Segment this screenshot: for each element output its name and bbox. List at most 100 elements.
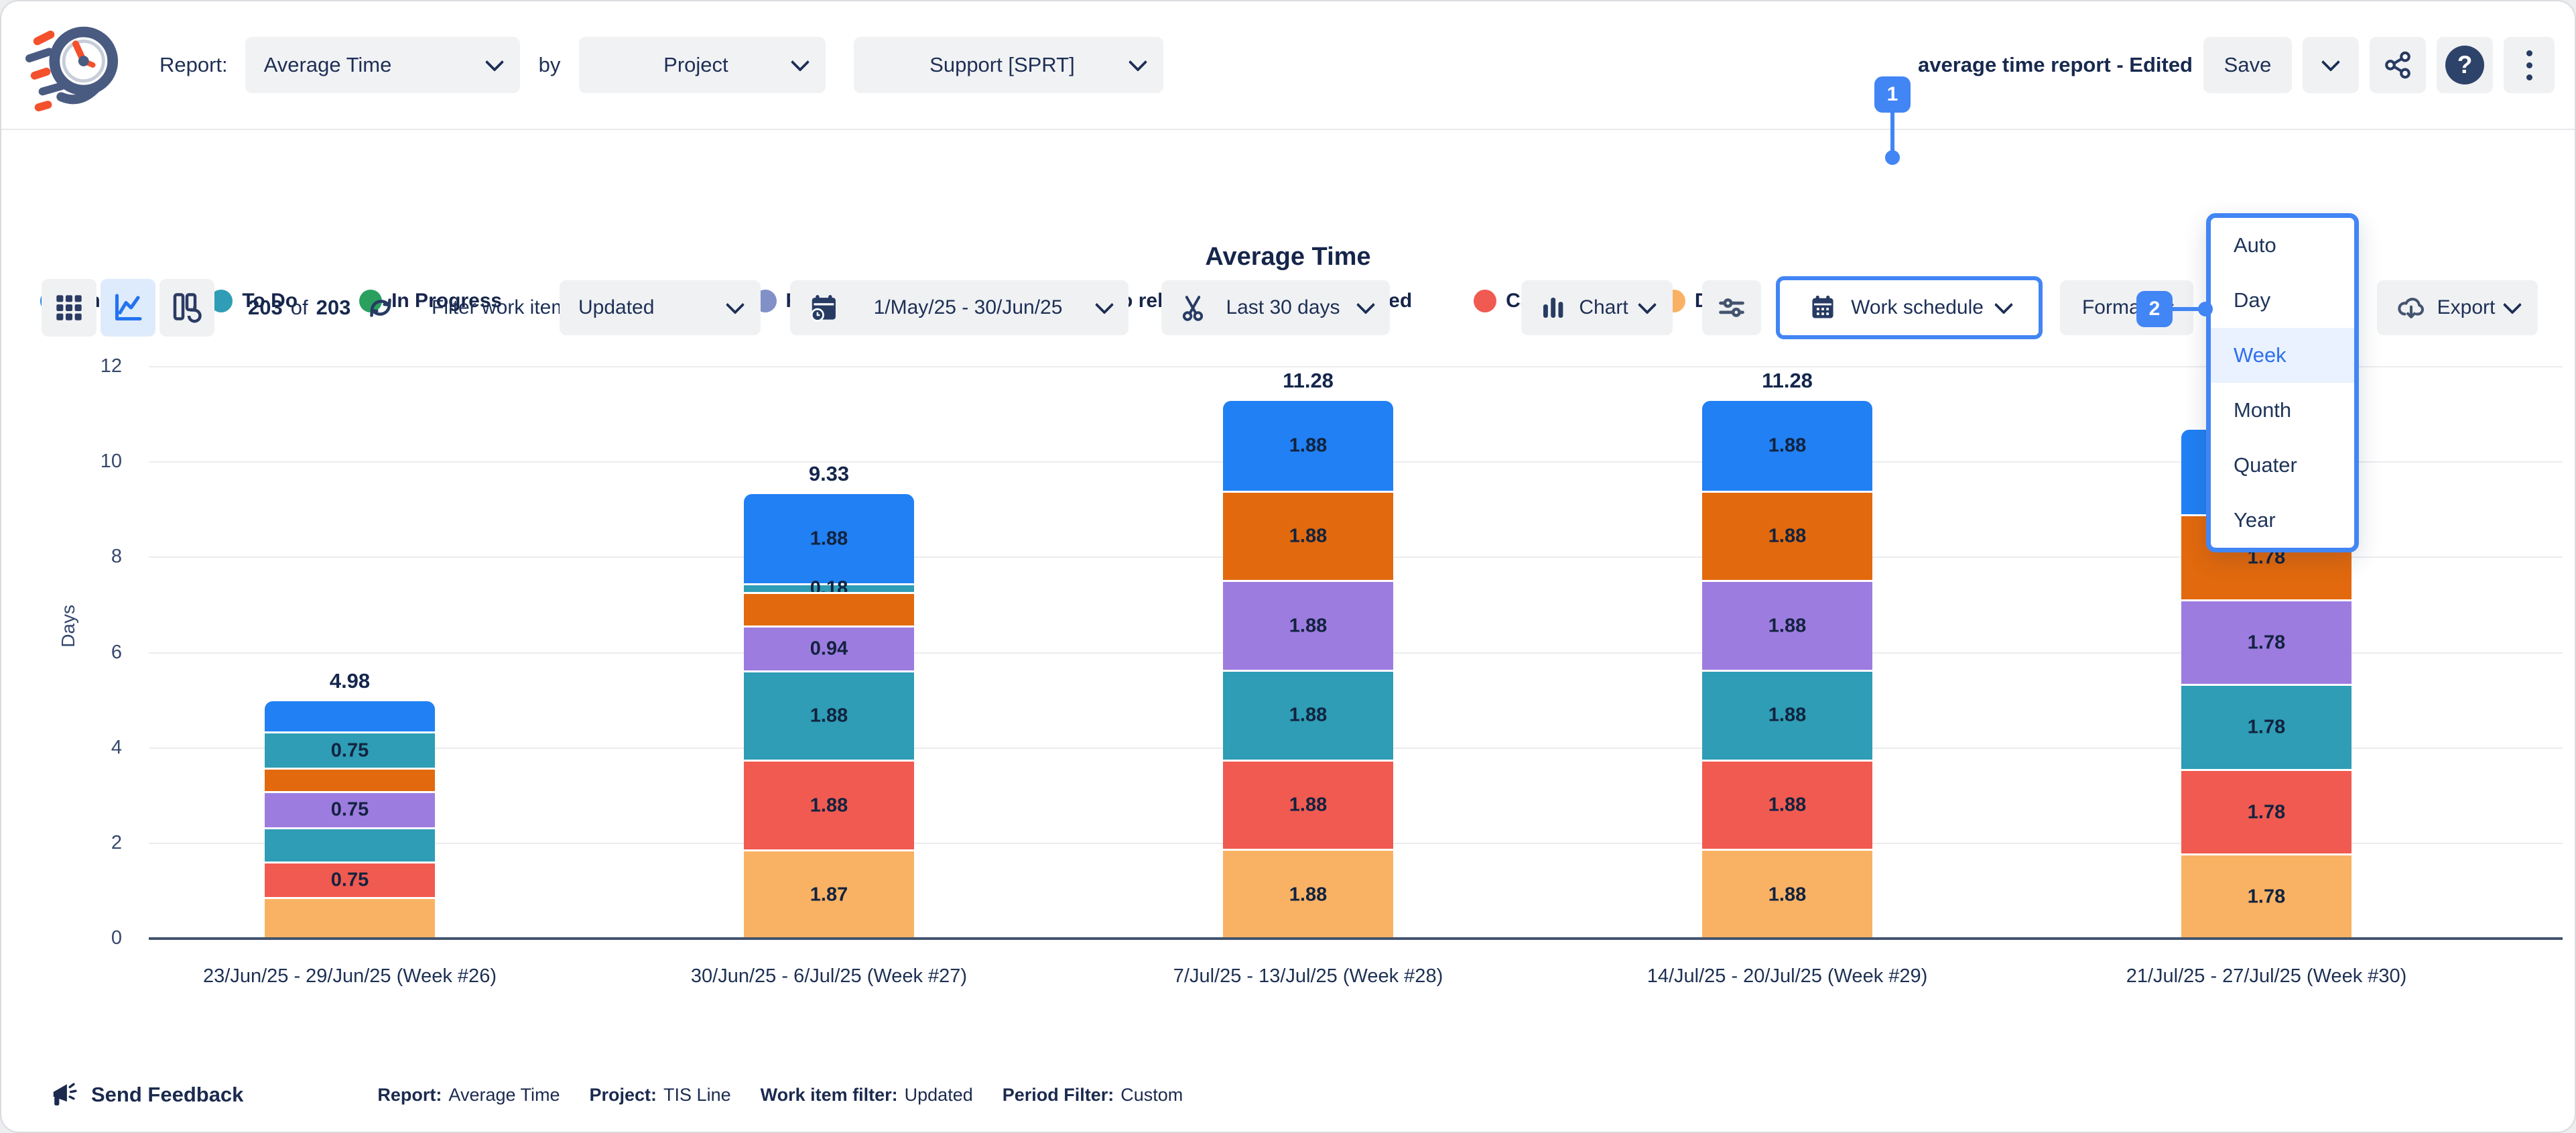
- bar-segment-abandoned[interactable]: 1.88: [1702, 670, 1872, 760]
- vertical-ellipsis-icon: [2526, 50, 2532, 80]
- x-axis-category-label: 14/Jul/25 - 20/Jul/25 (Week #29): [1546, 965, 2028, 988]
- bar-segment-on-hold[interactable]: 1.88: [1223, 401, 1393, 491]
- report-type-select[interactable]: Average Time: [245, 37, 520, 93]
- segment-value-label: 1.88: [1223, 526, 1393, 548]
- bar-segment-cancelled[interactable]: 1.88: [1702, 760, 1872, 849]
- bar-segment-cancelled[interactable]: 1.88: [1223, 760, 1393, 849]
- segment-value-label: 1.78: [2181, 632, 2352, 654]
- summary-item: Period Filter:Custom: [1003, 1085, 1183, 1106]
- chart-view-toggle[interactable]: [101, 279, 155, 337]
- bar-segment-to-do[interactable]: 0.75: [265, 731, 435, 767]
- interval-option-week[interactable]: Week: [2211, 328, 2354, 383]
- chart-type-select[interactable]: Chart: [1521, 280, 1673, 335]
- bar-segment-ready-to-release[interactable]: 0.75: [265, 791, 435, 827]
- report-type-value: Average Time: [264, 53, 488, 77]
- bar-segment-abandoned[interactable]: 1.78: [2181, 684, 2352, 769]
- more-actions-button[interactable]: [2504, 37, 2555, 93]
- segment-value-label: 1.88: [1223, 705, 1393, 727]
- callout-step-1-badge: 1: [1874, 76, 1911, 113]
- grid-view-toggle[interactable]: [42, 279, 96, 337]
- work-schedule-button[interactable]: Work schedule: [1776, 276, 2043, 339]
- interval-option-day[interactable]: Day: [2211, 273, 2354, 328]
- chevron-down-icon: [791, 53, 810, 72]
- send-feedback-button[interactable]: Send Feedback: [50, 1079, 243, 1110]
- bar-segment-done[interactable]: 1.88: [1702, 849, 1872, 939]
- chevron-down-icon: [1638, 296, 1657, 314]
- summary-value: TIS Line: [663, 1085, 731, 1106]
- callout-step-1-dot: [1885, 150, 1900, 165]
- bar-segment-done[interactable]: 1.78: [2181, 853, 2352, 939]
- y-tick-label: 10: [15, 451, 122, 473]
- export-button[interactable]: Export: [2377, 280, 2538, 335]
- bar-segment-on-review[interactable]: 1.88: [1702, 491, 1872, 581]
- quick-range-select[interactable]: Last 30 days: [1161, 280, 1390, 335]
- chart-settings-button[interactable]: [1702, 280, 1761, 335]
- interval-option-month[interactable]: Month: [2211, 383, 2354, 438]
- group-by-select[interactable]: Project: [579, 37, 826, 93]
- stacked-bar-week-4[interactable]: 1.881.881.881.881.881.88: [1702, 401, 1872, 939]
- chart-type-label: Chart: [1579, 296, 1628, 319]
- bar-segment-abandoned[interactable]: 1.88: [744, 670, 914, 760]
- bar-segment-abandoned[interactable]: [265, 827, 435, 861]
- share-nodes-icon: [2383, 50, 2412, 80]
- y-tick-label: 8: [15, 546, 122, 568]
- chevron-down-icon: [2321, 53, 2340, 72]
- segment-value-label: 1.88: [1702, 794, 1872, 816]
- bar-segment-done[interactable]: [265, 897, 435, 939]
- summary-value: Average Time: [448, 1085, 560, 1106]
- stacked-bar-week-2[interactable]: 1.880.180.941.881.881.87: [744, 494, 914, 939]
- share-button[interactable]: [2370, 37, 2426, 93]
- count-current: 203: [248, 296, 283, 320]
- refresh-arrows-icon[interactable]: [365, 292, 396, 323]
- bar-segment-cancelled[interactable]: 0.75: [265, 861, 435, 897]
- bar-total-label: 9.33: [744, 462, 914, 486]
- callout-step-2-dot: [2198, 302, 2213, 316]
- bar-segment-ready-to-release[interactable]: 1.78: [2181, 599, 2352, 684]
- bar-segment-done[interactable]: 1.87: [744, 849, 914, 939]
- bar-segment-ready-to-release[interactable]: 1.88: [1223, 580, 1393, 670]
- bar-total-label: 4.98: [265, 669, 435, 693]
- bar-segment-on-hold[interactable]: 1.88: [744, 494, 914, 584]
- segment-value-label: 1.88: [1223, 794, 1393, 816]
- interval-option-quater[interactable]: Quater: [2211, 438, 2354, 493]
- date-range-select[interactable]: 1/May/25 - 30/Jun/25: [790, 280, 1129, 335]
- bar-segment-cancelled[interactable]: 1.88: [744, 760, 914, 849]
- stacked-bar-week-1[interactable]: 0.75 0.75 0.75: [265, 701, 435, 939]
- quick-range-value: Last 30 days: [1226, 296, 1340, 319]
- bar-segment-on-review[interactable]: [744, 592, 914, 625]
- save-options-button[interactable]: [2303, 37, 2359, 93]
- count-of: of: [291, 296, 308, 320]
- bar-segment-abandoned[interactable]: 1.88: [1223, 670, 1393, 760]
- interval-option-year[interactable]: Year: [2211, 493, 2354, 548]
- scissors-icon: [1179, 294, 1207, 322]
- bar-segment-ready-to-release[interactable]: 0.94: [744, 625, 914, 670]
- bar-segment-on-review[interactable]: [265, 768, 435, 792]
- segment-value-label: 1.88: [744, 794, 914, 817]
- chevron-down-icon: [1129, 53, 1147, 72]
- filter-field-select[interactable]: Updated: [560, 280, 761, 335]
- bar-segment-cancelled[interactable]: 1.78: [2181, 769, 2352, 854]
- segment-value-label: 1.88: [1702, 884, 1872, 906]
- bar-segment-on-hold[interactable]: 1.88: [1702, 401, 1872, 491]
- project-select[interactable]: Support [SPRT]: [854, 37, 1163, 93]
- x-axis-category-label: 7/Jul/25 - 13/Jul/25 (Week #28): [1067, 965, 1549, 988]
- bar-segment-on-review[interactable]: 1.88: [1223, 491, 1393, 581]
- bar-segment-ready-to-release[interactable]: 1.88: [1702, 580, 1872, 670]
- summary-value: Updated: [905, 1085, 973, 1106]
- stacked-bar-week-3[interactable]: 1.88 1.88 1.88 1.88 1.88 1.88: [1223, 401, 1393, 939]
- segment-value-label: 1.88: [744, 705, 914, 727]
- chevron-down-icon: [485, 53, 504, 72]
- board-view-toggle[interactable]: [159, 279, 214, 337]
- bar-segment-to-do[interactable]: 0.18: [744, 583, 914, 592]
- help-button[interactable]: ?: [2437, 37, 2493, 93]
- report-label: Report:: [159, 53, 228, 77]
- bar-segment-on-hold[interactable]: [265, 701, 435, 731]
- segment-value-label: 1.78: [2181, 717, 2352, 739]
- count-total: 203: [316, 296, 351, 320]
- gridline: [149, 366, 2563, 367]
- bar-segment-done[interactable]: 1.88: [1223, 849, 1393, 939]
- interval-option-auto[interactable]: Auto: [2211, 218, 2354, 273]
- segment-value-label: 1.78: [2181, 886, 2352, 908]
- summary-label: Project:: [590, 1085, 657, 1106]
- save-button[interactable]: Save: [2203, 37, 2292, 93]
